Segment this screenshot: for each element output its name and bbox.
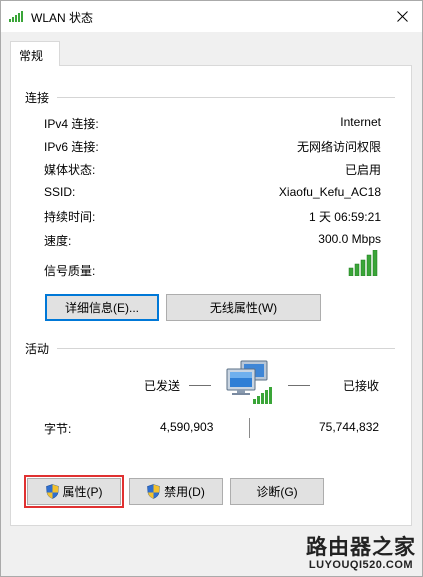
close-icon [396, 11, 408, 22]
disable-button-label: 禁用(D) [164, 485, 205, 499]
watermark-url: LUYOUQI520.COM [308, 559, 414, 571]
duration-label: 持续时间: [44, 210, 96, 224]
disable-button[interactable]: 禁用(D) [129, 478, 223, 505]
ssid-label: SSID: [44, 185, 76, 199]
tab-general-label: 常规 [19, 49, 44, 63]
bytes-separator [249, 418, 250, 438]
wireless-properties-button[interactable]: 无线属性(W) [166, 294, 321, 321]
bytes-sent-value: 4,590,903 [160, 420, 214, 434]
window-title: WLAN 状态 [31, 11, 94, 25]
diagnose-button[interactable]: 诊断(G) [230, 478, 324, 505]
ssid-value: Xiaofu_Kefu_AC18 [278, 185, 381, 199]
sent-dash [189, 385, 211, 386]
uac-shield-icon [45, 484, 59, 499]
uac-shield-icon [147, 484, 160, 499]
properties-button[interactable]: 属性(P) [24, 475, 124, 508]
details-button[interactable]: 详细信息(E)... [45, 294, 159, 321]
watermark: 路由器之家 LUYOUQI520.COM [306, 535, 416, 572]
close-button[interactable] [382, 1, 422, 32]
title-bar: WLAN 状态 [1, 1, 422, 32]
bytes-label: 字节: [44, 422, 72, 436]
speed-label: 速度: [44, 234, 72, 248]
activity-divider [57, 348, 395, 349]
activity-section-label: 活动 [25, 342, 50, 356]
wifi-signal-icon [9, 11, 23, 22]
received-dash [288, 385, 310, 386]
network-computers-icon [226, 360, 272, 404]
tab-general[interactable]: 常规 [10, 41, 60, 66]
wlan-status-window: WLAN 状态 常规 连接 IPv4 连接: Internet IPv6 连接:… [0, 0, 423, 577]
connection-divider [57, 97, 395, 98]
watermark-title: 路由器之家 [306, 535, 416, 559]
ipv6-value: 无网络访问权限 [296, 140, 381, 154]
bytes-received-value: 75,744,832 [319, 420, 380, 434]
ipv6-label: IPv6 连接: [44, 140, 99, 154]
ipv4-label: IPv4 连接: [44, 117, 99, 131]
sent-label: 已发送 [144, 379, 181, 393]
diagnose-button-label: 诊断(G) [256, 485, 298, 499]
signal-strength-icon [348, 250, 378, 276]
media-state-value: 已启用 [344, 163, 381, 177]
signal-quality-label: 信号质量: [44, 264, 96, 278]
properties-button-label: 属性(P) [62, 485, 103, 499]
speed-value: 300.0 Mbps [318, 232, 381, 246]
received-label: 已接收 [343, 379, 380, 393]
ipv4-value: Internet [340, 115, 381, 129]
connection-section-label: 连接 [25, 91, 50, 105]
duration-value: 1 天 06:59:21 [308, 210, 381, 224]
media-state-label: 媒体状态: [44, 163, 96, 177]
